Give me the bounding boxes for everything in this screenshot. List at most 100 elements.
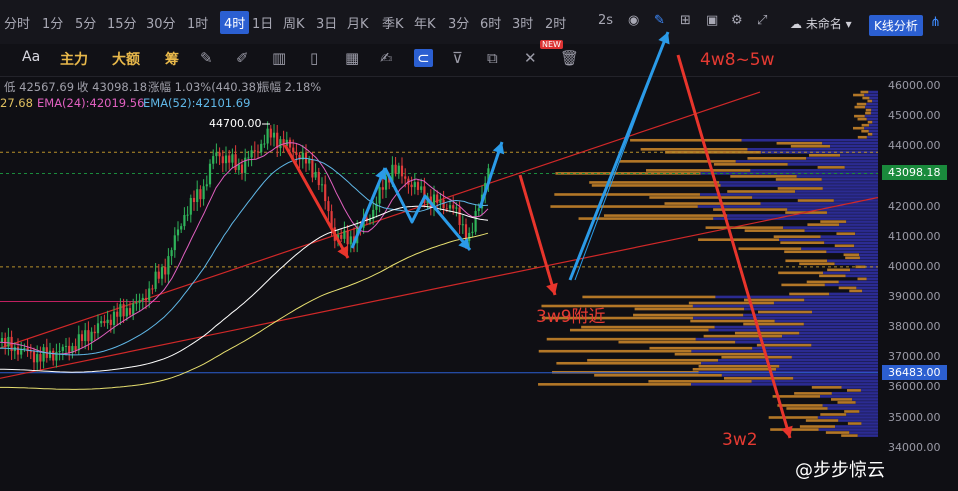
tab-12[interactable]: 年K (414, 13, 436, 32)
volume-profile-bar (806, 157, 878, 160)
volume-profile-bar (786, 407, 828, 410)
candle-body (397, 165, 400, 174)
tab-1[interactable]: 1分 (42, 13, 63, 32)
volume-profile-bar (546, 337, 696, 341)
current-price-tag: 43098.18 (882, 165, 947, 181)
candle-body (308, 159, 311, 164)
volume-profile-bar (744, 307, 878, 311)
volume-profile-bar (799, 262, 835, 266)
price-tick: 40000.00 (888, 259, 941, 273)
volume-profile-bar (787, 163, 878, 166)
candlestick-chart[interactable] (0, 0, 958, 491)
candle-body (445, 208, 448, 210)
volume-profile-bar (829, 292, 878, 296)
candle-body (64, 345, 68, 347)
volume-profile-bar (794, 392, 832, 395)
candle-body (61, 346, 64, 352)
volume-profile-bar (846, 389, 861, 392)
candle-body (148, 288, 151, 301)
volume-profile-bar (867, 120, 873, 124)
volume-profile-bar (862, 289, 878, 293)
volume-profile-bar (634, 307, 745, 311)
candle-body (224, 155, 228, 164)
tab-9[interactable]: 3日 (316, 13, 337, 32)
volume-profile-bar (846, 220, 878, 223)
volume-profile-bar (582, 295, 716, 299)
volume-profile-bar (803, 322, 878, 326)
candle-body (416, 182, 420, 190)
volume-profile-bar (751, 380, 878, 383)
candle-body (189, 197, 192, 215)
volume-profile-bar (780, 241, 825, 245)
volume-profile-bar (799, 425, 836, 428)
volume-profile-bar (825, 431, 850, 434)
candle-body (420, 186, 423, 190)
candle-body (128, 308, 132, 315)
candle-body (228, 155, 231, 163)
volume-profile-bar (865, 105, 878, 109)
candle-body (199, 189, 202, 200)
volume-profile-bar (862, 96, 870, 100)
volume-profile-bar (868, 90, 878, 94)
tab-13[interactable]: 3分 (448, 13, 469, 32)
volume-profile-bar (857, 434, 878, 437)
tab-3[interactable]: 15分 (107, 13, 137, 32)
volume-profile-bar (827, 259, 878, 263)
volume-profile-bar (834, 262, 878, 266)
tab-6[interactable]: 4时 (220, 11, 250, 34)
volume-profile-bar (811, 343, 878, 347)
volume-profile-bar (805, 419, 839, 422)
candle-body (288, 139, 292, 148)
candle-body (58, 351, 61, 353)
volume-profile-bar (715, 295, 878, 299)
volume-profile-bar (818, 428, 878, 431)
volume-profile-bar (854, 244, 878, 248)
volume-profile-bar (822, 187, 878, 190)
tab-15[interactable]: 3时 (512, 13, 533, 32)
candle-body (218, 152, 221, 157)
candle-body (436, 194, 439, 203)
volume-profile-bar (774, 319, 878, 323)
tab-7[interactable]: 1日 (252, 13, 273, 32)
volume-profile-bar (860, 90, 869, 94)
volume-profile-bar (648, 380, 752, 383)
volume-profile-bar (692, 367, 777, 371)
candle-body (160, 267, 164, 279)
candle-body (32, 351, 36, 363)
candle-body (279, 139, 282, 149)
volume-profile-bar (618, 340, 736, 344)
candle-body (266, 128, 269, 144)
tab-8[interactable]: 周K (283, 13, 305, 32)
candle-body (448, 205, 452, 209)
candle-body (151, 288, 154, 290)
volume-profile-bar (844, 166, 878, 169)
candle-body (154, 271, 157, 289)
tab-10[interactable]: 月K (347, 13, 369, 32)
candle-body (125, 308, 128, 317)
volume-profile-bar (817, 166, 845, 169)
volume-profile-bar (730, 175, 797, 178)
tab-16[interactable]: 2时 (545, 13, 566, 32)
tab-11[interactable]: 季K (382, 13, 404, 32)
volume-profile-bar (853, 93, 865, 97)
volume-profile-bar (727, 190, 796, 193)
candle-body (176, 229, 180, 236)
candle-body (269, 128, 272, 138)
tab-2[interactable]: 5分 (75, 13, 96, 32)
candle-body (93, 331, 96, 334)
volume-profile-bar (820, 235, 878, 238)
candle-body (263, 143, 266, 145)
candle-body (349, 236, 352, 245)
tab-14[interactable]: 6时 (480, 13, 501, 32)
candle-body (100, 321, 103, 324)
volume-profile-bar (649, 346, 753, 350)
volume-profile-bar (735, 160, 878, 163)
candle-body (272, 132, 276, 138)
tab-4[interactable]: 30分 (146, 13, 176, 32)
volume-profile-bar (795, 190, 878, 193)
tab-0[interactable]: 分时 (4, 13, 30, 32)
tab-5[interactable]: 1时 (187, 13, 208, 32)
volume-profile-bar (649, 196, 753, 199)
volume-profile-bar (854, 114, 865, 118)
volume-profile-bar (857, 277, 867, 281)
